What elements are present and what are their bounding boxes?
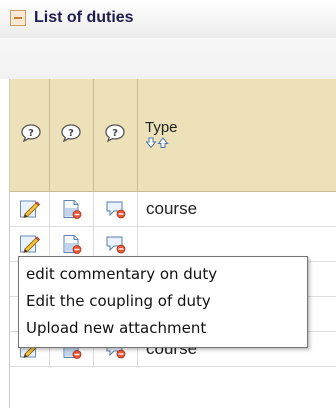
minus-icon[interactable] [10,10,26,26]
help-bubble-icon[interactable] [104,123,126,143]
document-icon[interactable] [61,199,83,219]
type-header-label[interactable]: Type [145,119,178,136]
panel-header: List of duties [0,0,336,38]
help-bubble-icon[interactable] [20,123,42,143]
column-header-help-3 [94,79,138,191]
panel-title: List of duties [34,9,134,26]
edit-coupling-menu-item[interactable]: Edit the coupling of duty [26,288,307,315]
panel-toolbar [0,38,336,79]
table-row: course [10,192,336,227]
edit-commentary-menu-item[interactable]: edit commentary on duty [26,261,307,288]
comment-bubble-icon[interactable] [105,234,127,254]
help-bubble-icon[interactable] [60,123,82,143]
document-icon[interactable] [61,234,83,254]
upload-attachment-menu-item[interactable]: Upload new attachment [26,315,307,342]
sort-arrows-icon[interactable] [146,137,176,149]
column-header-help-1 [10,79,50,191]
column-header-type[interactable]: Type [138,79,336,191]
comment-bubble-icon[interactable] [105,199,127,219]
action-tooltip-menu: edit commentary on duty Edit the couplin… [18,256,308,348]
duties-table: Type course course [9,79,336,408]
table-header-row: Type [10,79,336,192]
row-type: course [146,199,198,218]
pencil-edit-icon[interactable] [19,199,41,219]
column-header-help-2 [50,79,94,191]
pencil-edit-icon[interactable] [19,234,41,254]
